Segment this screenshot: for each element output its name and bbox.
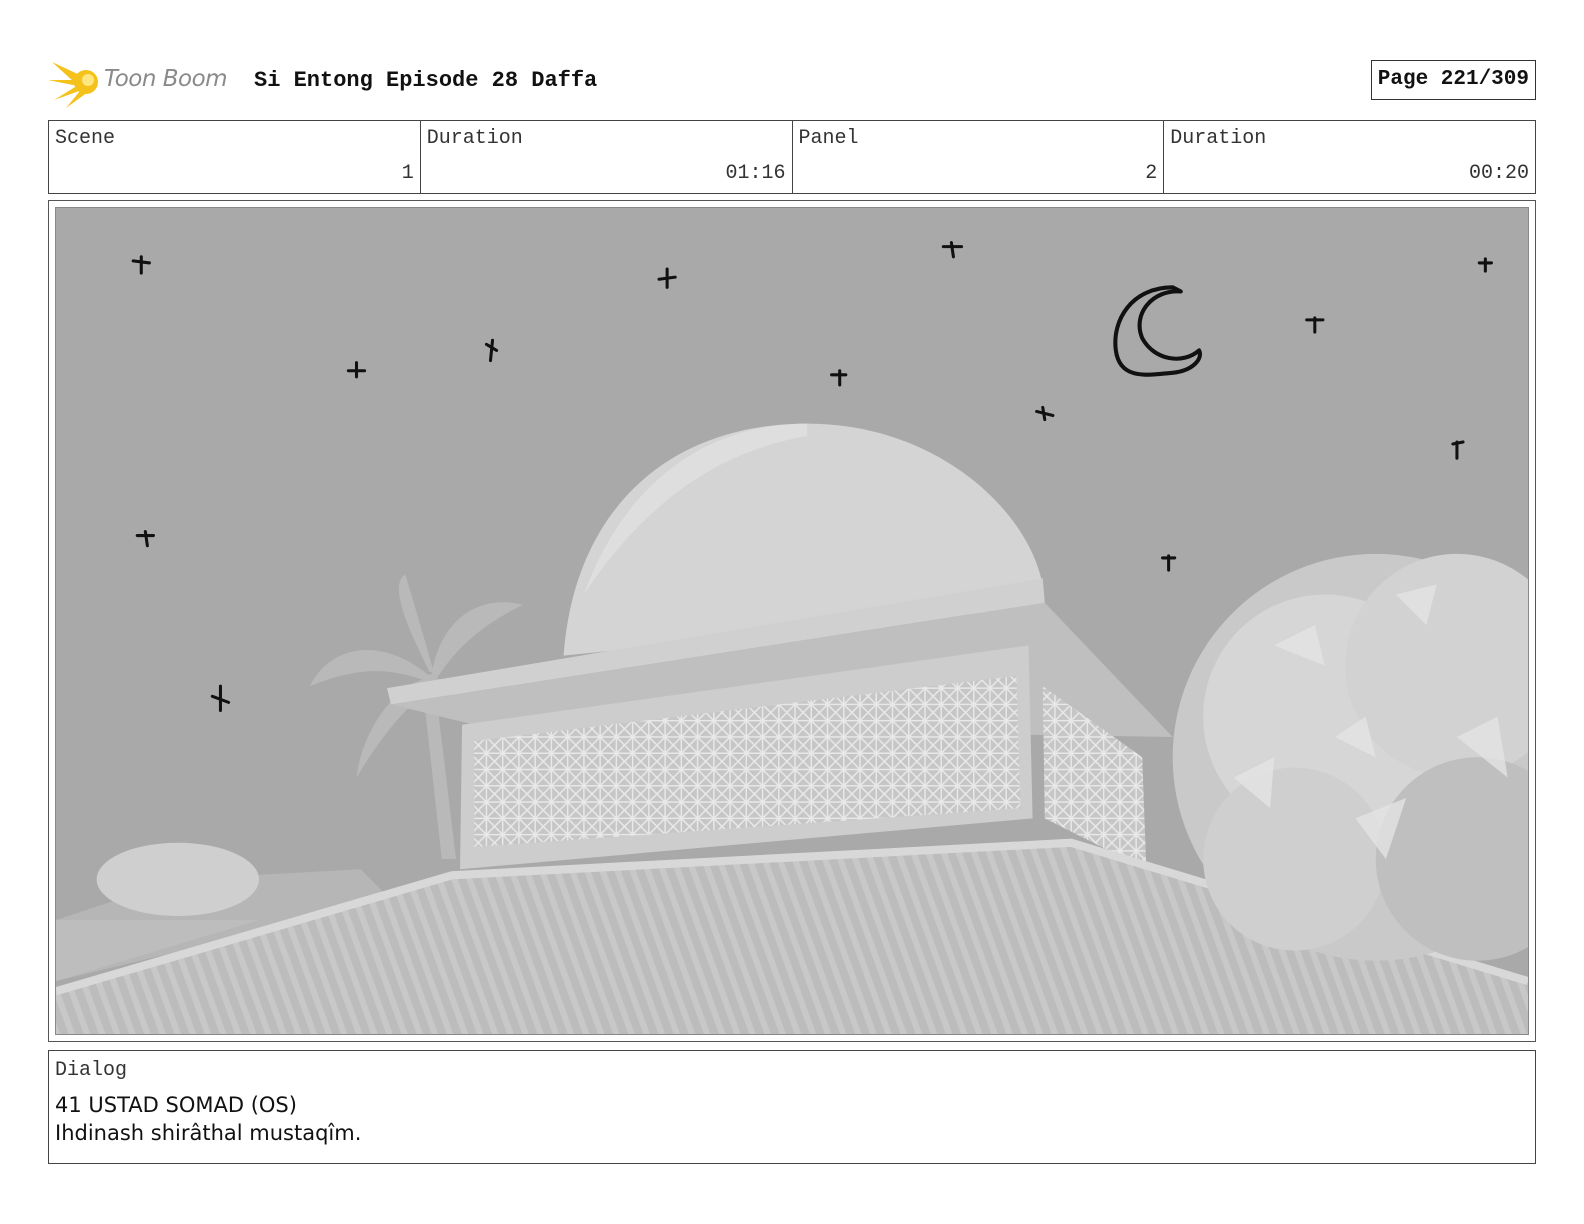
starburst-icon <box>48 62 98 108</box>
scene-label: Scene <box>55 127 116 150</box>
page-header: Toon Boom Si Entong Episode 28 Daffa Pag… <box>48 54 1536 110</box>
toon-boom-logo: Toon Boom <box>48 54 248 110</box>
panel-cell: Panel 2 <box>793 121 1165 193</box>
panel-duration-value: 00:20 <box>1468 162 1529 185</box>
panel-value: 2 <box>1145 162 1158 185</box>
dialog-label: Dialog <box>55 1059 128 1082</box>
dialog-speaker: 41 USTAD SOMAD (OS) <box>55 1093 297 1117</box>
logo-text: Toon Boom <box>104 66 228 92</box>
panel-label: Panel <box>798 127 859 150</box>
scene-cell: Scene 1 <box>49 121 421 193</box>
panel-duration-label: Duration <box>1170 127 1267 150</box>
scene-duration-cell: Duration 01:16 <box>421 121 793 193</box>
mosque-night-scene <box>56 208 1528 1034</box>
dialog-text: Ihdinash shirâthal mustaqîm. <box>55 1121 362 1145</box>
panel-duration-cell: Duration 00:20 <box>1164 121 1535 193</box>
scene-value: 1 <box>401 162 414 185</box>
scene-duration-label: Duration <box>426 127 523 150</box>
dialog-box: Dialog 41 USTAD SOMAD (OS) Ihdinash shir… <box>48 1050 1536 1164</box>
document-title: Si Entong Episode 28 Daffa <box>254 68 598 93</box>
page-number: Page 221/309 <box>1370 60 1536 100</box>
panel-image <box>55 207 1529 1035</box>
scene-duration-value: 01:16 <box>725 162 786 185</box>
scene-info-table: Scene 1 Duration 01:16 Panel 2 Duration … <box>48 120 1536 194</box>
storyboard-panel <box>48 200 1536 1042</box>
